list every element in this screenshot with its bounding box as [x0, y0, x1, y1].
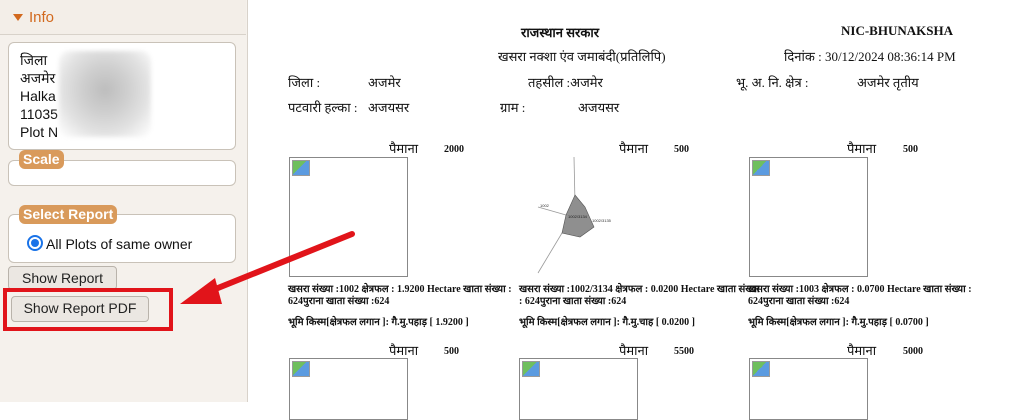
bhu-label: भू. अ. नि. क्षेत्र :	[736, 75, 809, 90]
scale-word: पैमाना	[847, 141, 877, 156]
show-report-button[interactable]: Show Report	[8, 266, 117, 290]
patwari-label: पटवारी हल्का :	[288, 100, 358, 115]
all-plots-radio[interactable]	[27, 235, 43, 251]
show-report-pdf-button[interactable]: Show Report PDF	[11, 296, 149, 322]
gram-label: ग्राम :	[500, 100, 526, 115]
map-label: 1002/3135	[592, 218, 612, 223]
report-date: दिनांक : 30/12/2024 08:36:14 PM	[784, 49, 956, 64]
radio-label[interactable]: All Plots of same owner	[46, 236, 192, 252]
scale-word: पैमाना	[389, 141, 419, 156]
address-box: जिला अजमेर Halka 11035 Plot N	[8, 42, 236, 150]
district-label: जिला :	[288, 75, 321, 90]
broken-image-icon	[292, 361, 310, 377]
triangle-down-icon[interactable]	[13, 14, 23, 21]
scale-legend: Scale	[19, 150, 64, 169]
plot-info-line: : 624पुराना खाता संख्या :624	[519, 296, 627, 307]
select-report-legend: Select Report	[19, 205, 118, 224]
brand-title: NIC-BHUNAKSHA	[841, 23, 953, 38]
left-panel: Info जिला अजमेर Halka 11035 Plot N Scale…	[0, 0, 248, 402]
plot-info-line: 624पुराना खाता संख्या :624	[748, 296, 850, 307]
scale-word: पैमाना	[619, 343, 649, 358]
broken-image-icon	[752, 361, 770, 377]
patwari-value: अजयसर	[368, 100, 410, 115]
info-header[interactable]: Info	[0, 0, 246, 35]
plot-map-image	[519, 358, 638, 420]
broken-image-icon	[522, 361, 540, 377]
plot-info-line: 624पुराना खाता संख्या :624	[288, 296, 390, 307]
plot-scale: 2000	[444, 144, 464, 155]
blurred-region	[59, 51, 151, 137]
address-line: 11035	[20, 106, 58, 122]
broken-image-icon	[292, 160, 310, 176]
address-line: अजमेर	[20, 70, 56, 86]
address-line: Halka	[20, 88, 56, 104]
report-view: राजस्थान सरकार NIC-BHUNAKSHA खसरा नक्शा …	[248, 0, 1024, 420]
plot-scale: 500	[444, 346, 459, 357]
address-line: Plot N	[20, 124, 59, 140]
plot-land-type: भूमि किस्म[क्षेत्रफल लगान ]: गै.मु.पहाड़…	[748, 317, 929, 328]
plot-map-image	[289, 358, 408, 420]
scale-word: पैमाना	[847, 343, 877, 358]
plot-land-type: भूमि किस्म[क्षेत्रफल लगान ]: गै.मु.पहाड़…	[288, 317, 469, 328]
plot-map-image	[749, 358, 868, 420]
plot-scale: 500	[903, 144, 918, 155]
gram-value: अजयसर	[578, 100, 620, 115]
broken-image-icon	[752, 160, 770, 176]
address-line: जिला	[20, 52, 48, 68]
plot-map-image	[749, 157, 868, 277]
plot-sketch-map: 1002 1002/3134 1002/3135	[537, 156, 612, 274]
plot-scale: 5000	[903, 346, 923, 357]
scale-word: पैमाना	[389, 343, 419, 358]
tehsil-text: तहसील :अजमेर	[528, 75, 603, 90]
report-subtitle: खसरा नक्शा एंव जमाबंदी(प्रतिलिपि)	[498, 49, 666, 64]
plot-map-image	[289, 157, 408, 277]
plot-scale: 500	[674, 144, 689, 155]
plot-scale: 5500	[674, 346, 694, 357]
info-label[interactable]: Info	[29, 9, 54, 26]
govt-title: राजस्थान सरकार	[521, 25, 600, 40]
plot-land-type: भूमि किस्म[क्षेत्रफल लगान ]: गै.मु.चाह […	[519, 317, 695, 328]
bhu-value: अजमेर तृतीय	[857, 75, 919, 90]
map-label: 1002/3134	[568, 214, 588, 219]
map-label: 1002	[540, 203, 550, 208]
district-value: अजमेर	[368, 75, 401, 90]
